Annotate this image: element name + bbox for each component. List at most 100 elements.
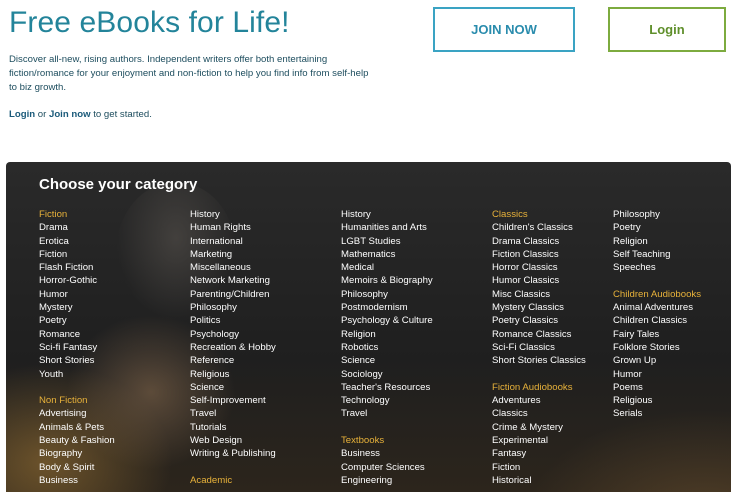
page-title: Free eBooks for Life! bbox=[9, 6, 290, 39]
category-link[interactable]: Computer Sciences bbox=[341, 461, 433, 474]
category-link[interactable]: Youth bbox=[39, 368, 115, 381]
category-link[interactable]: Marketing bbox=[190, 248, 276, 261]
category-heading-classics[interactable]: Classics bbox=[492, 208, 586, 221]
category-link[interactable]: Fairy Tales bbox=[613, 328, 701, 341]
category-heading-non-fiction[interactable]: Non Fiction bbox=[39, 394, 115, 407]
category-link[interactable]: Religious bbox=[613, 394, 701, 407]
category-link[interactable]: Miscellaneous bbox=[190, 261, 276, 274]
category-link[interactable]: History bbox=[341, 208, 433, 221]
category-link[interactable]: Biography bbox=[39, 447, 115, 460]
category-link[interactable]: History bbox=[190, 208, 276, 221]
category-link[interactable]: Sociology bbox=[341, 368, 433, 381]
category-link[interactable]: Engineering bbox=[341, 474, 433, 487]
category-link[interactable]: Beauty & Fashion bbox=[39, 434, 115, 447]
category-link[interactable]: Historical bbox=[492, 474, 586, 487]
join-now-button[interactable]: JOIN NOW bbox=[433, 7, 575, 52]
category-link[interactable]: Psychology bbox=[190, 328, 276, 341]
category-heading-children-audiobooks[interactable]: Children Audiobooks bbox=[613, 288, 701, 301]
category-link[interactable]: Philosophy bbox=[613, 208, 701, 221]
category-heading-fiction[interactable]: Fiction bbox=[39, 208, 115, 221]
category-link[interactable]: Mystery Classics bbox=[492, 301, 586, 314]
join-now-link[interactable]: Join now bbox=[49, 109, 91, 120]
category-link[interactable]: Short Stories bbox=[39, 354, 115, 367]
category-heading-fiction-audiobooks[interactable]: Fiction Audiobooks bbox=[492, 381, 586, 394]
category-link[interactable]: Mathematics bbox=[341, 248, 433, 261]
category-link[interactable]: Experimental bbox=[492, 434, 586, 447]
category-link[interactable]: Flash Fiction bbox=[39, 261, 115, 274]
category-link[interactable]: Sci-Fi Classics bbox=[492, 341, 586, 354]
category-link[interactable]: Humanities and Arts bbox=[341, 221, 433, 234]
category-link[interactable]: Animals & Pets bbox=[39, 421, 115, 434]
category-link[interactable]: Tutorials bbox=[190, 421, 276, 434]
category-link[interactable]: Poems bbox=[613, 381, 701, 394]
category-link[interactable]: Drama Classics bbox=[492, 235, 586, 248]
category-heading-textbooks[interactable]: Textbooks bbox=[341, 434, 433, 447]
category-link[interactable]: Religious bbox=[190, 368, 276, 381]
category-link[interactable]: Medical bbox=[341, 261, 433, 274]
category-link[interactable]: Self Teaching bbox=[613, 248, 701, 261]
category-link[interactable]: Network Marketing bbox=[190, 274, 276, 287]
category-link[interactable]: Science bbox=[190, 381, 276, 394]
category-link[interactable]: Politics bbox=[190, 314, 276, 327]
category-link[interactable]: Postmodernism bbox=[341, 301, 433, 314]
category-link[interactable]: Robotics bbox=[341, 341, 433, 354]
category-heading-academic[interactable]: Academic bbox=[190, 474, 276, 487]
category-link[interactable]: Mystery bbox=[39, 301, 115, 314]
category-link[interactable]: Philosophy bbox=[190, 301, 276, 314]
category-link[interactable]: Adventures bbox=[492, 394, 586, 407]
category-link[interactable]: International bbox=[190, 235, 276, 248]
category-link[interactable]: Poetry Classics bbox=[492, 314, 586, 327]
login-button[interactable]: Login bbox=[608, 7, 726, 52]
category-link[interactable]: Business bbox=[341, 447, 433, 460]
category-link[interactable]: Grown Up bbox=[613, 354, 701, 367]
category-link[interactable]: Fiction bbox=[39, 248, 115, 261]
category-link[interactable]: Misc Classics bbox=[492, 288, 586, 301]
category-link[interactable]: Fiction Classics bbox=[492, 248, 586, 261]
category-link[interactable]: Horror-Gothic bbox=[39, 274, 115, 287]
category-link[interactable]: Memoirs & Biography bbox=[341, 274, 433, 287]
category-link[interactable]: Fantasy bbox=[492, 447, 586, 460]
category-link[interactable]: Advertising bbox=[39, 407, 115, 420]
category-link[interactable]: Poetry bbox=[613, 221, 701, 234]
category-link[interactable]: Business bbox=[39, 474, 115, 487]
category-link[interactable]: Classics bbox=[492, 407, 586, 420]
category-link[interactable]: Crime & Mystery bbox=[492, 421, 586, 434]
category-link[interactable]: Self-Improvement bbox=[190, 394, 276, 407]
category-link[interactable]: LGBT Studies bbox=[341, 235, 433, 248]
category-link[interactable]: Recreation & Hobby bbox=[190, 341, 276, 354]
category-link[interactable]: Science bbox=[341, 354, 433, 367]
category-link[interactable]: Romance Classics bbox=[492, 328, 586, 341]
login-link[interactable]: Login bbox=[9, 109, 35, 120]
category-link[interactable]: Religion bbox=[613, 235, 701, 248]
category-link[interactable]: Drama bbox=[39, 221, 115, 234]
category-link[interactable]: Horror Classics bbox=[492, 261, 586, 274]
category-link[interactable]: Technology bbox=[341, 394, 433, 407]
category-link[interactable]: Erotica bbox=[39, 235, 115, 248]
category-link[interactable]: Writing & Publishing bbox=[190, 447, 276, 460]
category-link[interactable]: Humor bbox=[613, 368, 701, 381]
category-link[interactable]: Religion bbox=[341, 328, 433, 341]
category-link[interactable]: Teacher's Resources bbox=[341, 381, 433, 394]
category-link[interactable]: Children's Classics bbox=[492, 221, 586, 234]
category-link[interactable]: Humor Classics bbox=[492, 274, 586, 287]
category-link[interactable]: Travel bbox=[190, 407, 276, 420]
category-link[interactable]: Parenting/Children bbox=[190, 288, 276, 301]
category-link[interactable]: Animal Adventures bbox=[613, 301, 701, 314]
category-link[interactable]: Short Stories Classics bbox=[492, 354, 586, 367]
category-link[interactable]: Humor bbox=[39, 288, 115, 301]
category-link[interactable]: Romance bbox=[39, 328, 115, 341]
category-link[interactable]: Poetry bbox=[39, 314, 115, 327]
category-link[interactable]: Speeches bbox=[613, 261, 701, 274]
category-link[interactable]: Children Classics bbox=[613, 314, 701, 327]
category-link[interactable]: Philosophy bbox=[341, 288, 433, 301]
category-link[interactable]: Body & Spirit bbox=[39, 461, 115, 474]
category-link[interactable]: Sci-fi Fantasy bbox=[39, 341, 115, 354]
category-link[interactable]: Travel bbox=[341, 407, 433, 420]
category-link[interactable]: Reference bbox=[190, 354, 276, 367]
category-link[interactable]: Web Design bbox=[190, 434, 276, 447]
category-link[interactable]: Fiction bbox=[492, 461, 586, 474]
category-link[interactable]: Psychology & Culture bbox=[341, 314, 433, 327]
category-link[interactable]: Human Rights bbox=[190, 221, 276, 234]
category-link[interactable]: Serials bbox=[613, 407, 701, 420]
category-link[interactable]: Folklore Stories bbox=[613, 341, 701, 354]
